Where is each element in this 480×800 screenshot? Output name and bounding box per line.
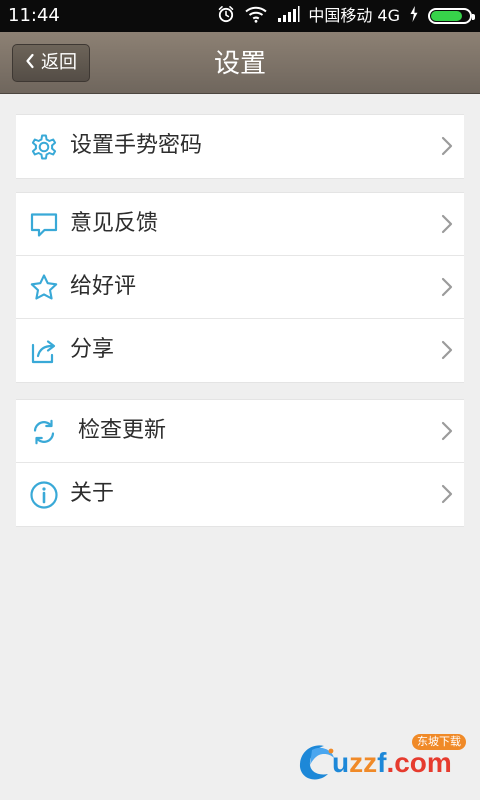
settings-row-gesture-password[interactable]: 设置手势密码 xyxy=(16,115,464,178)
settings-row-feedback[interactable]: 意见反馈 xyxy=(16,193,464,256)
share-icon xyxy=(28,335,60,367)
settings-row-about[interactable]: 关于 xyxy=(16,463,464,526)
settings-group-feedback: 意见反馈 给好评 分享 xyxy=(16,192,464,383)
settings-row-check-update[interactable]: 检查更新 xyxy=(16,400,464,463)
status-time: 11:44 xyxy=(8,5,60,26)
chevron-right-icon xyxy=(440,213,454,235)
chevron-right-icon xyxy=(440,420,454,442)
chat-bubble-icon xyxy=(28,209,60,241)
row-label-about: 关于 xyxy=(70,481,115,506)
row-label-gesture-password: 设置手势密码 xyxy=(70,133,203,158)
signal-icon xyxy=(276,4,300,28)
settings-content: 设置手势密码 意见反馈 给好评 分享 检查更新 关于 xyxy=(0,94,480,800)
watermark-text: uzzf.com xyxy=(332,747,452,778)
carrier-label: 中国移动 4G xyxy=(308,6,400,25)
settings-group-about: 检查更新 关于 xyxy=(16,399,464,527)
settings-row-rate[interactable]: 给好评 xyxy=(16,256,464,319)
row-label-rate: 给好评 xyxy=(70,274,137,299)
status-indicators: 中国移动 4G xyxy=(216,3,475,29)
chevron-right-icon xyxy=(440,483,454,505)
star-icon xyxy=(28,272,60,304)
alarm-icon xyxy=(216,4,236,28)
row-label-check-update: 检查更新 xyxy=(78,418,167,443)
chevron-right-icon xyxy=(440,276,454,298)
chevron-right-icon xyxy=(440,339,454,361)
refresh-icon xyxy=(28,416,60,448)
settings-row-share[interactable]: 分享 xyxy=(16,319,464,382)
watermark-logo: uzzf.com 东坡下载 xyxy=(290,732,470,790)
wifi-icon xyxy=(244,4,268,28)
settings-group-security: 设置手势密码 xyxy=(16,114,464,179)
battery-icon xyxy=(428,8,475,24)
watermark-badge: 东坡下载 xyxy=(412,734,466,750)
battery-level-fill xyxy=(431,11,462,21)
status-bar: 11:44 中国移动 4G xyxy=(0,0,480,32)
row-label-share: 分享 xyxy=(70,337,115,362)
battery-tip xyxy=(472,14,475,20)
gear-icon xyxy=(28,131,60,163)
charging-icon xyxy=(408,4,420,28)
row-label-feedback: 意见反馈 xyxy=(70,211,159,236)
title-bar: 返回 设置 xyxy=(0,32,480,94)
chevron-right-icon xyxy=(440,135,454,157)
page-title: 设置 xyxy=(213,49,266,79)
info-icon xyxy=(28,479,60,511)
